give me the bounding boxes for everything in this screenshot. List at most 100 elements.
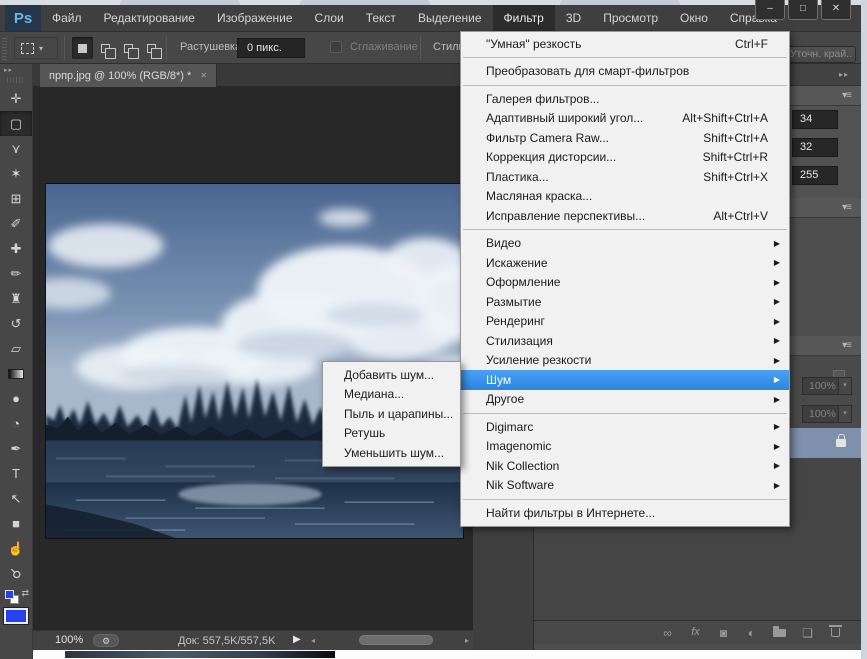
status-settings-button[interactable]: ⚙ xyxy=(93,634,119,647)
dock-collapse-icon[interactable]: ▸▸ xyxy=(839,70,849,79)
tool-button[interactable]: T xyxy=(0,461,32,486)
panel-menu-icon[interactable]: ▾≡ xyxy=(842,90,851,101)
filter-menu-item[interactable]: Пластика... Shift+Ctrl+X xyxy=(461,167,789,187)
filter-menu-item[interactable]: Видео ▶ xyxy=(461,234,789,254)
value-field[interactable]: 32 xyxy=(792,138,838,157)
menubar-item[interactable]: Слои xyxy=(304,5,355,31)
submenu-item[interactable]: Пыль и царапины... xyxy=(323,404,460,424)
tool-button[interactable]: ✏ xyxy=(0,261,32,286)
page-scrollbar[interactable] xyxy=(861,0,867,659)
tool-button[interactable]: ✛ xyxy=(0,86,32,111)
submenu-item[interactable]: Медиана... xyxy=(323,385,460,405)
status-popup-arrow[interactable]: ▶ xyxy=(293,634,301,645)
layers-panel-icon[interactable] xyxy=(772,625,787,640)
tool-button[interactable]: ✚ xyxy=(0,236,32,261)
layers-panel-icon[interactable]: ◙ xyxy=(716,625,731,640)
chevron-down-icon[interactable]: ▾ xyxy=(838,406,851,422)
swap-colors-icon[interactable]: ⇄ xyxy=(21,588,29,599)
panel-menu-icon[interactable]: ▾≡ xyxy=(842,202,851,213)
maximize-button[interactable]: □ xyxy=(788,0,818,20)
filter-menu-item[interactable]: "Умная" резкость Ctrl+F xyxy=(461,34,789,54)
filter-menu-item[interactable]: Nik Software ▶ xyxy=(461,476,789,496)
tool-button[interactable]: ↺ xyxy=(0,311,32,336)
tool-button[interactable]: ☝ xyxy=(0,536,32,561)
layers-panel-icon[interactable]: ∞ xyxy=(660,625,675,640)
menubar-item[interactable]: Просмотр xyxy=(592,5,669,31)
refine-edge-button[interactable]: Уточн. край.. xyxy=(786,46,856,63)
filter-menu-item[interactable]: Найти фильтры в Интернете... xyxy=(461,503,789,523)
filter-menu-item[interactable]: Размытие ▶ xyxy=(461,292,789,312)
fill-dropdown[interactable]: 100% ▾ xyxy=(802,405,852,423)
tool-button[interactable] xyxy=(0,361,32,386)
submenu-item[interactable]: Добавить шум... xyxy=(323,365,460,385)
filter-menu-item[interactable]: Digimarc ▶ xyxy=(461,417,789,437)
filter-menu-item[interactable]: Imagenomic ▶ xyxy=(461,437,789,457)
tool-button[interactable]: ⋎ xyxy=(0,136,32,161)
layers-panel-icon[interactable] xyxy=(828,625,843,640)
filter-menu-item[interactable]: Фильтр Camera Raw... Shift+Ctrl+A xyxy=(461,128,789,148)
document-tab[interactable]: прпр.jpg @ 100% (RGB/8*) * ✕ xyxy=(40,64,217,87)
filter-menu-item[interactable]: Оформление ▶ xyxy=(461,273,789,293)
value-field[interactable]: 34 xyxy=(792,110,838,129)
zoom-level[interactable]: 100% xyxy=(55,634,83,646)
minimize-button[interactable]: – xyxy=(755,0,785,20)
foreground-color-swatch[interactable] xyxy=(4,608,28,624)
opacity-dropdown[interactable]: 100% ▾ xyxy=(802,377,852,395)
menubar-item[interactable]: Текст xyxy=(355,5,407,31)
filter-menu-item[interactable]: Шум ▶ xyxy=(461,370,789,390)
menubar-item[interactable]: 3D xyxy=(555,5,592,31)
filter-menu-item[interactable]: Стилизация ▶ xyxy=(461,331,789,351)
new-selection-button[interactable] xyxy=(72,37,93,59)
tool-button[interactable]: ■ xyxy=(0,511,32,536)
scroll-left-icon[interactable]: ◂ xyxy=(311,636,315,645)
tool-button[interactable]: ▱ xyxy=(0,336,32,361)
filter-menu-item[interactable]: Адаптивный широкий угол... Alt+Shift+Ctr… xyxy=(461,109,789,129)
filter-menu-item[interactable]: Преобразовать для смарт-фильтров xyxy=(461,62,789,82)
tool-button[interactable]: ● xyxy=(0,386,32,411)
add-to-selection-button[interactable] xyxy=(95,37,116,59)
intersect-selection-button[interactable] xyxy=(141,37,162,59)
submenu-item[interactable]: Ретушь xyxy=(323,424,460,444)
filter-menu-item[interactable]: Исправление перспективы... Alt+Ctrl+V xyxy=(461,206,789,226)
foreground-color-mini[interactable] xyxy=(5,590,14,599)
filter-menu-item[interactable]: Искажение ▶ xyxy=(461,253,789,273)
tool-button[interactable]: ⚲ xyxy=(0,561,32,586)
scroll-right-icon[interactable]: ▸ xyxy=(465,636,469,645)
filter-menu-item[interactable]: Рендеринг ▶ xyxy=(461,312,789,332)
layers-panel-icon[interactable]: fx xyxy=(688,625,703,640)
tab-close-icon[interactable]: ✕ xyxy=(200,71,207,80)
tool-button[interactable]: ↖ xyxy=(0,486,32,511)
color-swatches[interactable]: ⇄ xyxy=(0,586,32,606)
menubar-item[interactable]: Выделение xyxy=(407,5,493,31)
filter-menu-item[interactable]: Коррекция дисторсии... Shift+Ctrl+R xyxy=(461,148,789,168)
tool-button[interactable]: ✶ xyxy=(0,161,32,186)
tool-preset-picker[interactable]: ▾ xyxy=(14,37,58,59)
antialias-checkbox[interactable] xyxy=(330,41,342,53)
chevron-down-icon[interactable]: ▾ xyxy=(838,378,851,394)
feather-input[interactable]: 0 пикс. xyxy=(237,38,305,58)
submenu-item[interactable]: Уменьшить шум... xyxy=(323,443,460,463)
menubar-item[interactable]: Окно xyxy=(669,5,719,31)
tool-button[interactable]: ◔ xyxy=(0,411,32,436)
tool-button[interactable]: ♜ xyxy=(0,286,32,311)
menubar-item[interactable]: Файл xyxy=(41,5,93,31)
menubar-item[interactable]: Редактирование xyxy=(93,5,206,31)
filter-menu-item[interactable]: Nik Collection ▶ xyxy=(461,456,789,476)
toolbar-collapse-icon[interactable]: ▸▸ xyxy=(0,64,32,76)
toolbar-gripper[interactable] xyxy=(7,77,25,83)
panel-menu-icon[interactable]: ▾≡ xyxy=(842,340,851,351)
layers-panel-icon[interactable]: ◐ xyxy=(744,625,759,640)
tool-button[interactable]: ✒ xyxy=(0,436,32,461)
filter-menu-item[interactable]: Галерея фильтров... xyxy=(461,89,789,109)
subtract-from-selection-button[interactable] xyxy=(118,37,139,59)
menubar-item[interactable]: Фильтр xyxy=(493,5,555,31)
layers-panel-icon[interactable]: ❏ xyxy=(800,625,815,640)
tool-button[interactable]: ⊞ xyxy=(0,186,32,211)
horizontal-scrollbar[interactable]: ◂ ▸ xyxy=(311,633,469,648)
filter-menu-item[interactable]: Усиление резкости ▶ xyxy=(461,351,789,371)
tool-button[interactable]: ✐ xyxy=(0,211,32,236)
menubar-item[interactable]: Изображение xyxy=(206,5,304,31)
scrollbar-thumb[interactable] xyxy=(359,635,433,645)
close-button[interactable]: ✕ xyxy=(821,0,851,20)
filter-menu-item[interactable]: Другое ▶ xyxy=(461,390,789,410)
